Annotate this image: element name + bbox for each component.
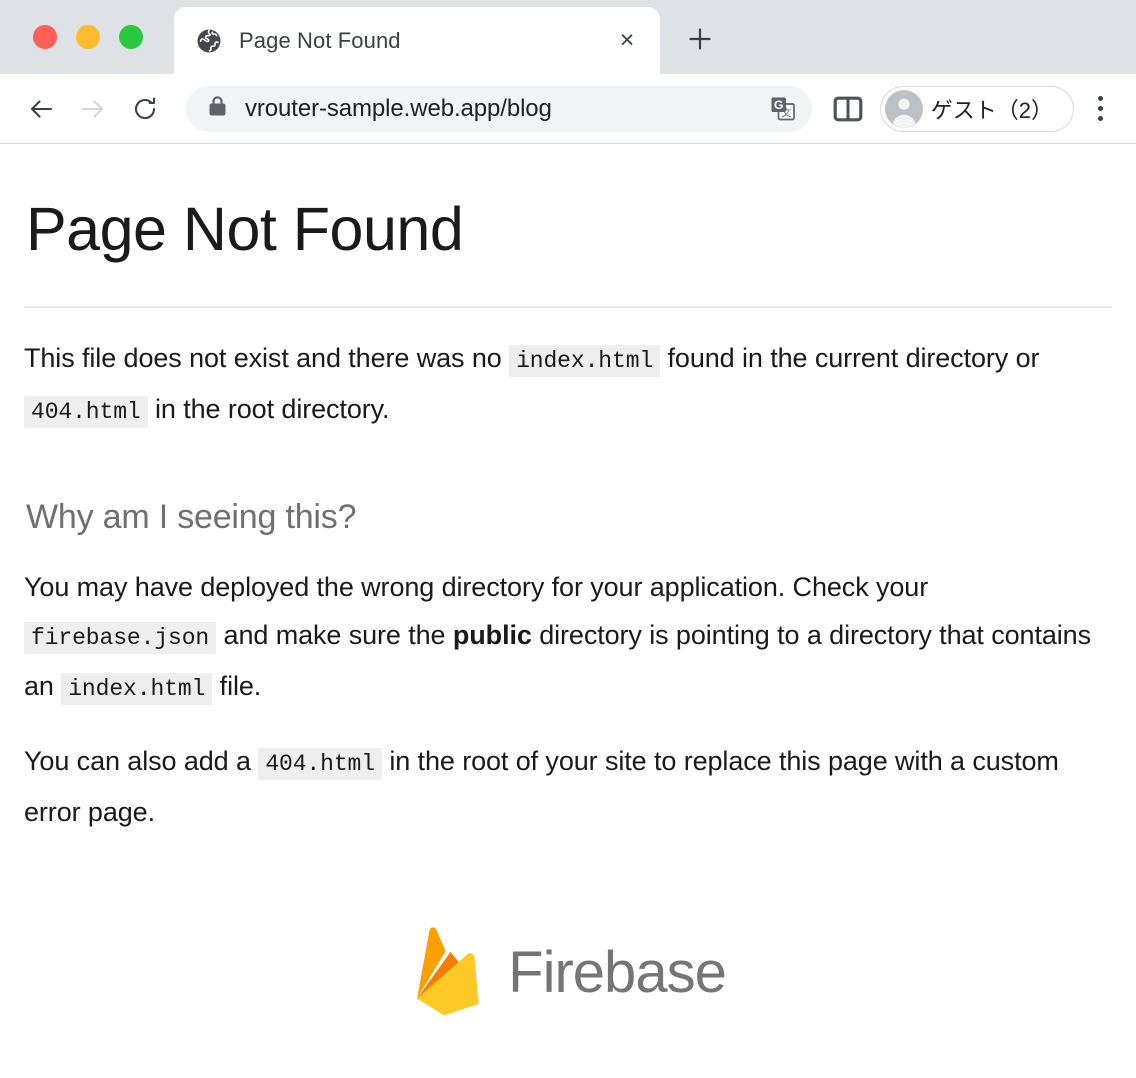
profile-name: ゲスト（2） [930, 97, 1053, 123]
paragraph-file-missing: This file does not exist and there was n… [24, 334, 1112, 436]
code-firebase-json: firebase.json [24, 622, 217, 655]
paragraph-text: This file does not exist and there was n… [24, 343, 510, 374]
globe-icon [196, 28, 222, 54]
subheading-why-seeing-this: Why am I seeing this? [26, 498, 357, 537]
reload-button[interactable] [122, 86, 168, 132]
page-title: Page Not Found [26, 195, 464, 263]
url-text: vrouter-sample.web.app/blog [245, 94, 552, 122]
tab-strip: Page Not Found × [0, 0, 1136, 74]
firebase-logo: Firebase [24, 924, 1112, 1021]
address-bar[interactable]: vrouter-sample.web.app/blog 文 G [186, 85, 812, 132]
code-404-html: 404.html [258, 748, 382, 781]
paragraph-custom-404: You can also add a 404.html in the root … [24, 737, 1112, 836]
menu-dot [1097, 116, 1103, 121]
back-button[interactable] [18, 86, 64, 132]
paragraph-text: You may have deployed the wrong director… [24, 572, 929, 603]
window-controls [33, 25, 143, 49]
paragraph-wrong-directory: You may have deployed the wrong director… [24, 563, 1112, 713]
svg-text:G: G [774, 97, 783, 111]
tab-title: Page Not Found [239, 27, 401, 53]
paragraph-text: found in the current directory or [660, 343, 1040, 374]
lock-icon [208, 95, 227, 122]
browser-tab[interactable]: Page Not Found × [174, 7, 660, 74]
side-panel-icon[interactable] [826, 87, 870, 131]
code-index-html: index.html [61, 673, 213, 706]
translate-icon[interactable]: 文 G [766, 92, 800, 126]
account-circle-icon [884, 89, 923, 128]
paragraph-text: and make sure the [216, 620, 453, 651]
divider [24, 306, 1112, 309]
browser-window: Page Not Found × vrouter-sample.web.app/… [0, 0, 1136, 1078]
code-404-html: 404.html [24, 396, 148, 429]
three-dot-menu-icon[interactable] [1080, 87, 1120, 131]
forward-button[interactable] [70, 86, 116, 132]
firebase-wordmark: Firebase [508, 940, 727, 1006]
paragraph-text: You can also add a [24, 746, 259, 777]
window-maximize-button[interactable] [119, 25, 143, 49]
browser-toolbar: vrouter-sample.web.app/blog 文 G ゲスト（2） [0, 74, 1136, 144]
firebase-flame-icon [410, 924, 494, 1021]
menu-dot [1097, 96, 1103, 101]
close-icon[interactable]: × [612, 26, 642, 56]
window-minimize-button[interactable] [76, 25, 100, 49]
page-viewport: Page Not Found This file does not exist … [0, 144, 1136, 1078]
code-index-html: index.html [509, 345, 661, 378]
window-close-button[interactable] [33, 25, 57, 49]
strong-public: public [452, 620, 532, 651]
profile-chip[interactable]: ゲスト（2） [879, 85, 1074, 132]
paragraph-text: file. [212, 671, 262, 702]
new-tab-button[interactable] [679, 18, 721, 60]
paragraph-text: in the root directory. [147, 394, 390, 425]
menu-dot [1097, 106, 1103, 111]
